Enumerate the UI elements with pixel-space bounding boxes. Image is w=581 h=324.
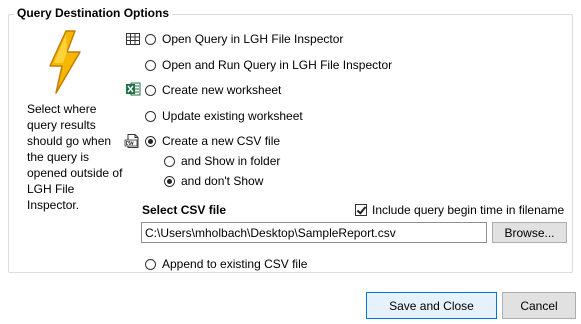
option-dont-show[interactable]: and don't Show xyxy=(164,172,263,190)
browse-button[interactable]: Browse... xyxy=(492,222,567,243)
radio-show-in-folder[interactable] xyxy=(164,155,175,167)
excel-icon xyxy=(126,82,141,96)
include-begin-time-checkbox[interactable] xyxy=(355,204,367,216)
csv-path-input[interactable] xyxy=(141,222,487,243)
help-text: Select where query results should go whe… xyxy=(27,102,123,212)
option-open-query[interactable]: Open Query in LGH File Inspector xyxy=(145,30,343,48)
option-open-run-query[interactable]: Open and Run Query in LGH File Inspector xyxy=(145,56,392,74)
option-create-worksheet-label: Create new worksheet xyxy=(162,83,282,97)
csv-file-icon xyxy=(124,134,139,148)
table-grid-icon xyxy=(126,33,140,45)
option-append-csv[interactable]: Append to existing CSV file xyxy=(145,255,307,273)
radio-open-run-query[interactable] xyxy=(145,59,156,71)
radio-create-worksheet[interactable] xyxy=(145,84,156,96)
option-dont-show-label: and don't Show xyxy=(181,174,264,188)
option-open-query-label: Open Query in LGH File Inspector xyxy=(162,32,344,46)
option-show-in-folder-label: and Show in folder xyxy=(181,154,281,168)
include-begin-time-label: Include query begin time in filename xyxy=(372,203,565,217)
option-append-csv-label: Append to existing CSV file xyxy=(162,257,308,271)
option-create-worksheet[interactable]: Create new worksheet xyxy=(145,81,281,99)
query-destination-dialog: Query Destination Options Select where q… xyxy=(0,0,581,324)
option-update-worksheet[interactable]: Update existing worksheet xyxy=(145,107,303,125)
save-and-close-button[interactable]: Save and Close xyxy=(366,292,497,319)
option-open-run-query-label: Open and Run Query in LGH File Inspector xyxy=(162,58,393,72)
option-update-worksheet-label: Update existing worksheet xyxy=(162,109,303,123)
radio-open-query[interactable] xyxy=(145,33,156,45)
include-begin-time-option[interactable]: Include query begin time in filename xyxy=(355,203,564,217)
group-title: Query Destination Options xyxy=(14,6,173,20)
radio-dont-show[interactable] xyxy=(164,175,175,187)
radio-append-csv[interactable] xyxy=(145,258,156,270)
select-csv-file-label: Select CSV file xyxy=(142,203,227,217)
option-create-csv[interactable]: Create a new CSV file xyxy=(145,132,280,150)
option-create-csv-label: Create a new CSV file xyxy=(162,134,281,148)
cancel-button[interactable]: Cancel xyxy=(502,292,576,319)
option-show-in-folder[interactable]: and Show in folder xyxy=(164,152,280,170)
radio-update-worksheet[interactable] xyxy=(145,110,156,122)
radio-create-csv[interactable] xyxy=(145,135,156,147)
lightning-bolt-icon xyxy=(49,30,81,94)
